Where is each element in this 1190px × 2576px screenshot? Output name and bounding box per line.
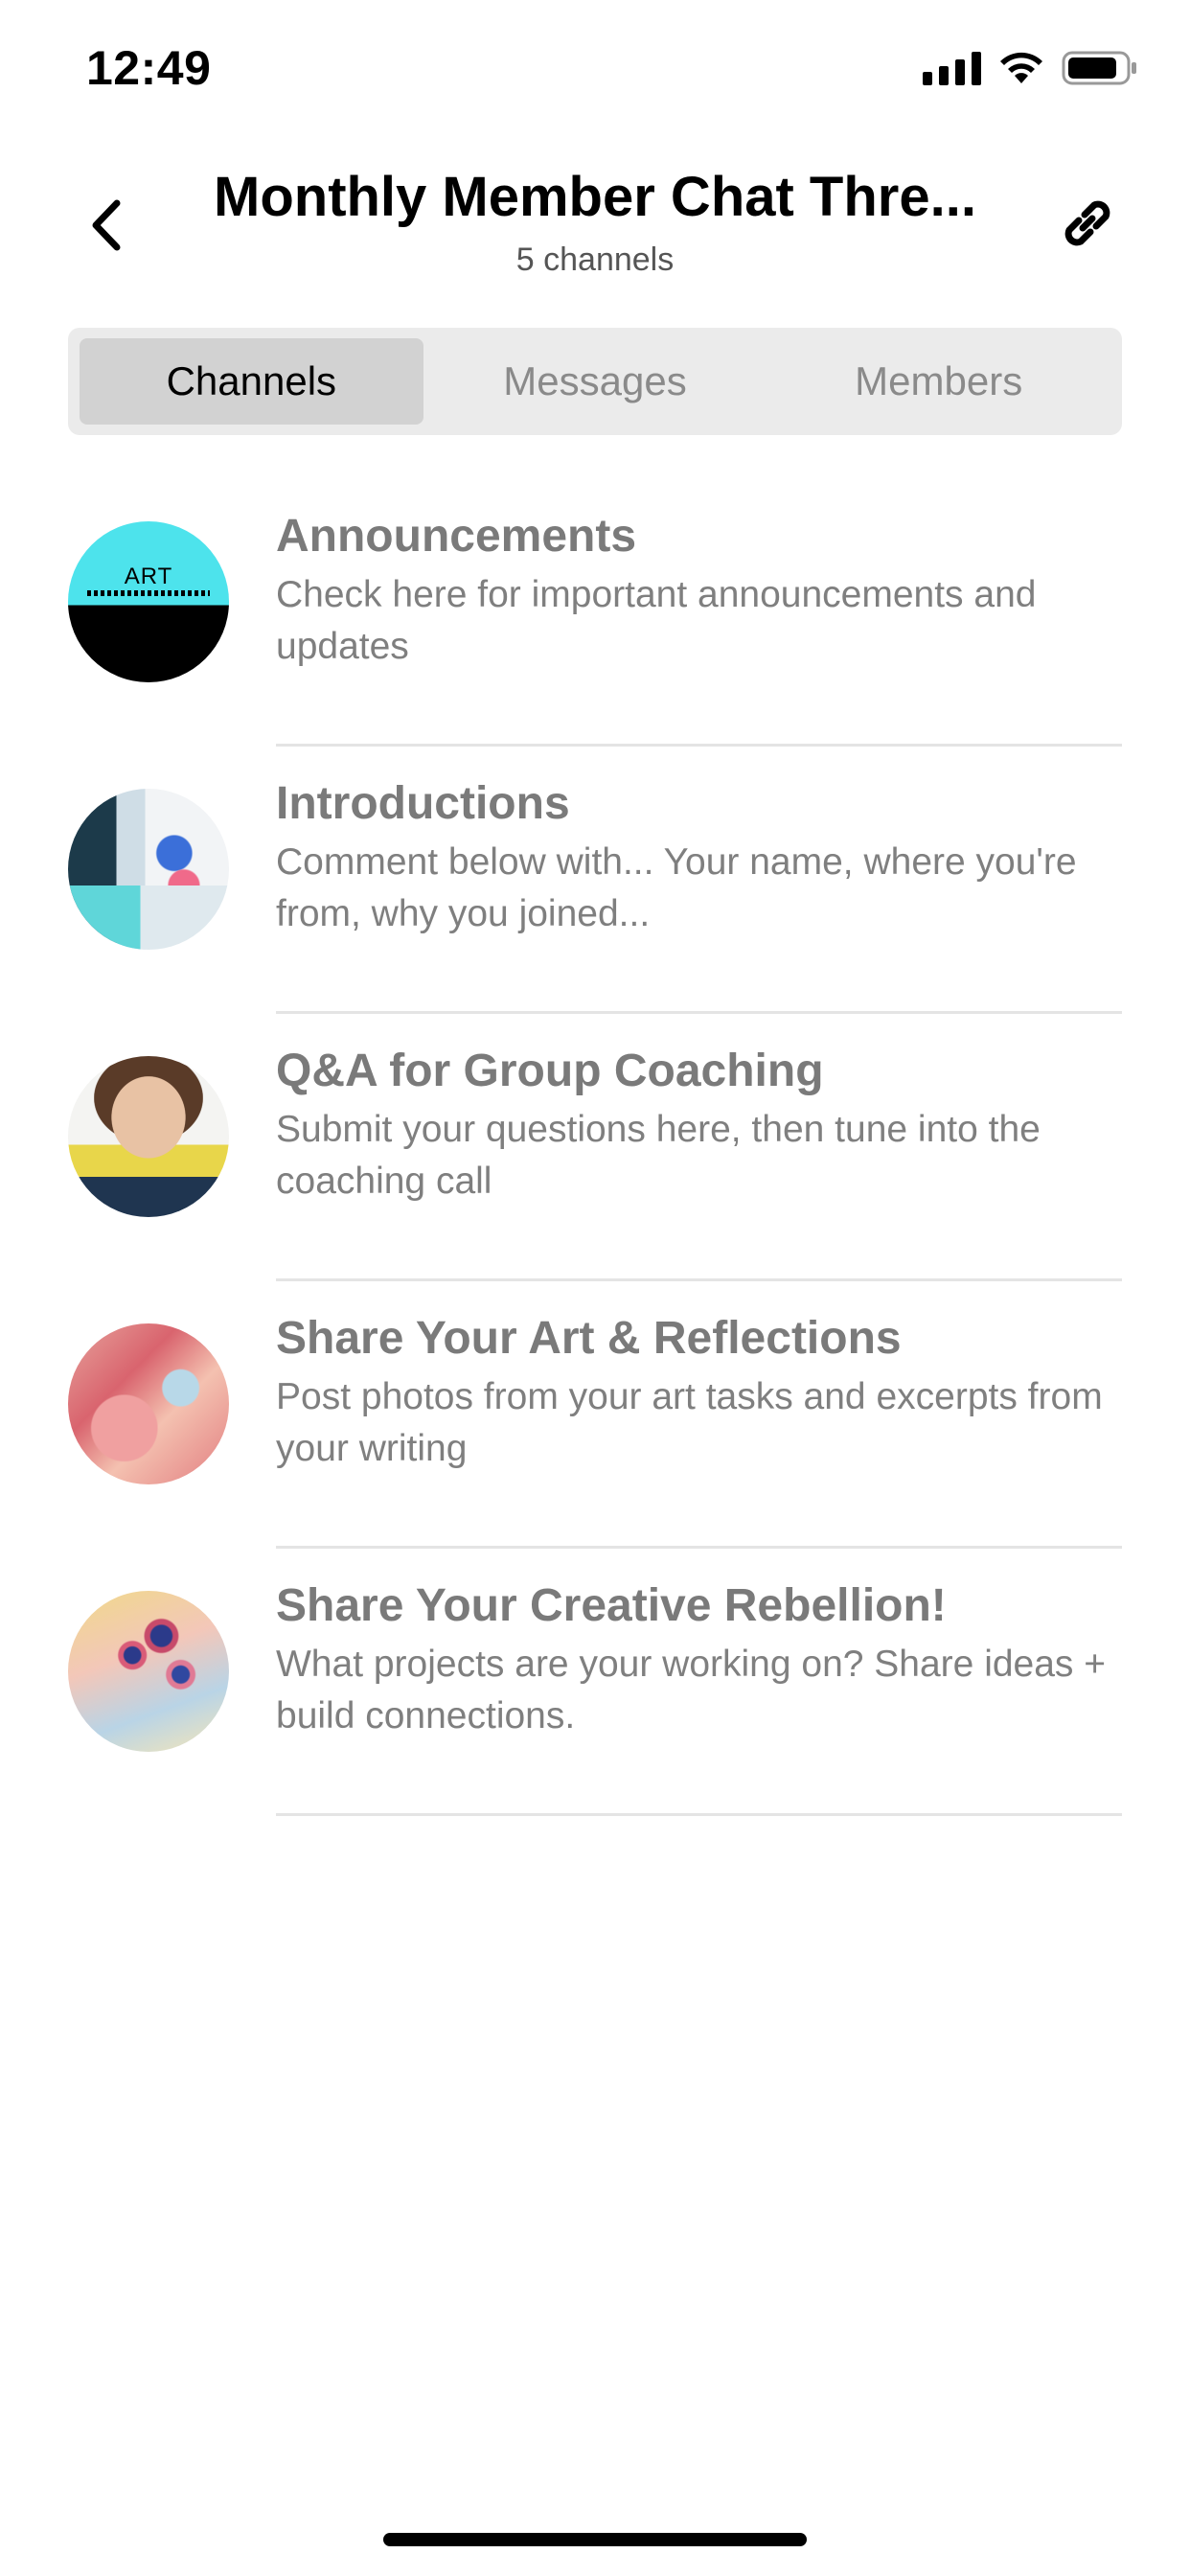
channel-title: Introductions bbox=[276, 778, 570, 829]
page-subtitle: 5 channels bbox=[515, 242, 675, 278]
channel-avatar bbox=[68, 1323, 229, 1484]
channel-item-announcements[interactable]: ART Announcements Check here for importa… bbox=[0, 479, 1190, 747]
channel-text: Share Your Creative Rebellion! What proj… bbox=[276, 1577, 1123, 1742]
wifi-icon bbox=[1000, 52, 1042, 83]
channel-item-qa-group-coaching[interactable]: Q&A for Group Coaching Submit your quest… bbox=[0, 1014, 1190, 1281]
tab-members[interactable]: Members bbox=[767, 338, 1110, 425]
segmented-tabs: Channels Messages Members bbox=[68, 328, 1122, 435]
channel-item-share-art-reflections[interactable]: Share Your Art & Reflections Post photos… bbox=[0, 1281, 1190, 1549]
channel-item-introductions[interactable]: Introductions Comment below with... Your… bbox=[0, 747, 1190, 1014]
channel-list: ART Announcements Check here for importa… bbox=[0, 479, 1190, 1816]
channel-text: Share Your Art & Reflections Post photos… bbox=[276, 1310, 1123, 1475]
channel-description: Check here for important announcements a… bbox=[276, 574, 1037, 667]
header: Monthly Member Chat Thre... 5 channels bbox=[0, 153, 1190, 288]
channel-avatar: ART bbox=[68, 521, 229, 682]
back-button[interactable] bbox=[77, 192, 134, 259]
channel-description: Submit your questions here, then tune in… bbox=[276, 1109, 1041, 1202]
home-indicator[interactable] bbox=[383, 2533, 807, 2546]
link-icon bbox=[1064, 200, 1110, 246]
channel-title: Share Your Creative Rebellion! bbox=[276, 1580, 947, 1631]
tab-channels[interactable]: Channels bbox=[80, 338, 423, 425]
channel-description: Comment below with... Your name, where y… bbox=[276, 841, 1077, 934]
channel-title: Share Your Art & Reflections bbox=[276, 1313, 902, 1364]
channel-text: Q&A for Group Coaching Submit your quest… bbox=[276, 1043, 1123, 1208]
battery-icon bbox=[1062, 51, 1136, 85]
avatar-logo-underline bbox=[87, 590, 210, 596]
copy-link-button[interactable] bbox=[1052, 188, 1123, 259]
status-bar: 12:49 bbox=[0, 0, 1190, 134]
status-time: 12:49 bbox=[86, 41, 212, 95]
channel-title: Q&A for Group Coaching bbox=[276, 1046, 824, 1096]
avatar-logo-text: ART bbox=[124, 564, 173, 589]
channel-title: Announcements bbox=[276, 511, 637, 562]
tab-messages[interactable]: Messages bbox=[423, 338, 767, 425]
channel-text: Announcements Check here for important a… bbox=[276, 508, 1123, 673]
divider bbox=[276, 1813, 1122, 1816]
channel-description: What projects are your working on? Share… bbox=[276, 1644, 1107, 1736]
avatar-photo-detail bbox=[68, 885, 229, 950]
page-title: Monthly Member Chat Thre... bbox=[214, 166, 976, 228]
status-icons bbox=[923, 50, 1138, 86]
channel-item-creative-rebellion[interactable]: Share Your Creative Rebellion! What proj… bbox=[0, 1549, 1190, 1816]
channel-text: Introductions Comment below with... Your… bbox=[276, 775, 1123, 940]
cellular-signal-icon bbox=[923, 51, 981, 85]
channel-avatar bbox=[68, 1591, 229, 1752]
channel-avatar bbox=[68, 1056, 229, 1217]
chevron-left-icon bbox=[92, 199, 121, 251]
channel-avatar bbox=[68, 789, 229, 950]
channel-description: Post photos from your art tasks and exce… bbox=[276, 1376, 1103, 1469]
